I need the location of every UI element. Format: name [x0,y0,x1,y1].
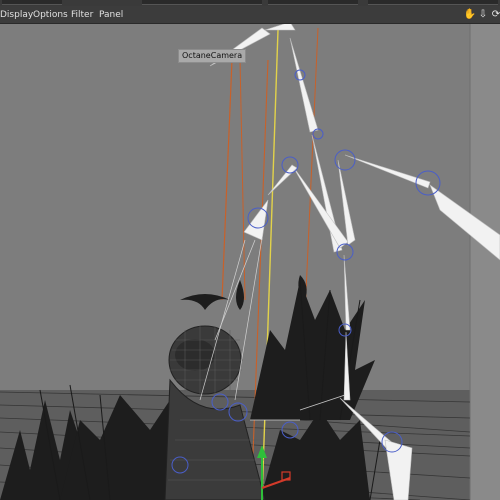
menu-display[interactable]: Display [0,8,33,22]
top-strip-segment [2,0,62,5]
viewport-scene [0,24,500,500]
right-panel-edge [470,24,500,500]
menu-options[interactable]: Options [33,8,68,22]
hand-move-icon[interactable]: ✋ [463,8,477,22]
menu-panel[interactable]: Panel [99,8,123,22]
menu-filter[interactable]: Filter [71,8,93,22]
top-strip-segment [368,0,498,5]
top-strip-segment [142,0,262,5]
camera-label[interactable]: OctaneCamera [178,49,247,63]
top-strip-segment [268,0,358,5]
arrow-down-icon[interactable]: ⇩ [476,8,490,22]
3d-viewport[interactable]: OctaneCamera [0,24,500,500]
rotate-icon[interactable]: ⟳ [489,8,500,22]
viewport-menubar: Display Options Filter Panel ✋ ⇩ ⟳ [0,6,500,24]
